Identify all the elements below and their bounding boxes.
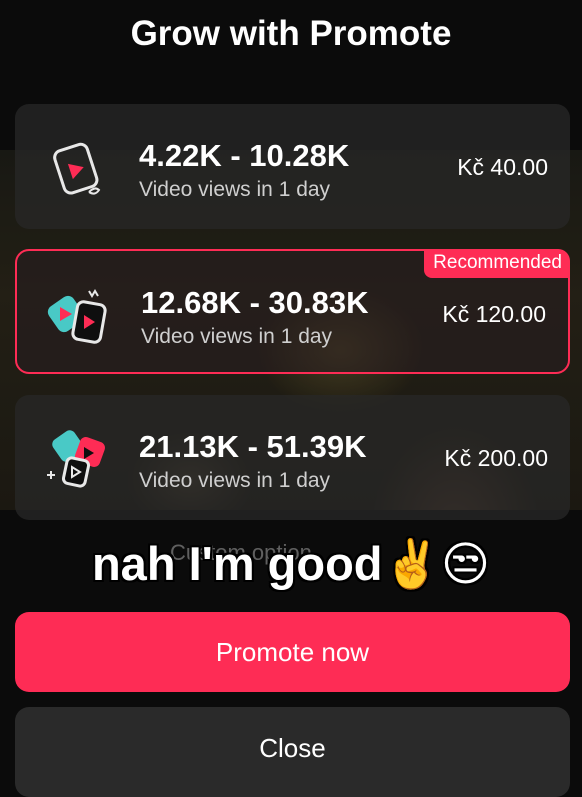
- views-range: 4.22K - 10.28K: [139, 138, 350, 173]
- promote-option-3[interactable]: 21.13K - 51.39K Video views in 1 day Kč …: [15, 395, 570, 520]
- close-button[interactable]: Close: [15, 707, 570, 797]
- option-price: Kč 120.00: [442, 301, 546, 327]
- views-range: 12.68K - 30.83K: [141, 285, 369, 320]
- promote-option-2[interactable]: Recommended 12.68K - 30.83K Video views …: [15, 249, 570, 374]
- video-caption: nah I'm good✌️😒: [91, 537, 491, 590]
- views-subtitle: Video views in 1 day: [139, 469, 331, 492]
- option-price: Kč 200.00: [444, 445, 548, 471]
- play-card-icon: [53, 142, 101, 195]
- promote-now-button[interactable]: Promote now: [15, 612, 570, 692]
- page-title: Grow with Promote: [130, 14, 452, 53]
- play-cards-icon: [47, 289, 107, 344]
- views-range: 21.13K - 51.39K: [139, 429, 367, 464]
- views-subtitle: Video views in 1 day: [141, 325, 333, 348]
- play-cards-sparkle-icon: [47, 430, 105, 488]
- option-price: Kč 40.00: [457, 154, 548, 180]
- promote-option-1[interactable]: 4.22K - 10.28K Video views in 1 day Kč 4…: [15, 104, 570, 229]
- views-subtitle: Video views in 1 day: [139, 178, 331, 201]
- recommended-badge: Recommended: [424, 249, 570, 278]
